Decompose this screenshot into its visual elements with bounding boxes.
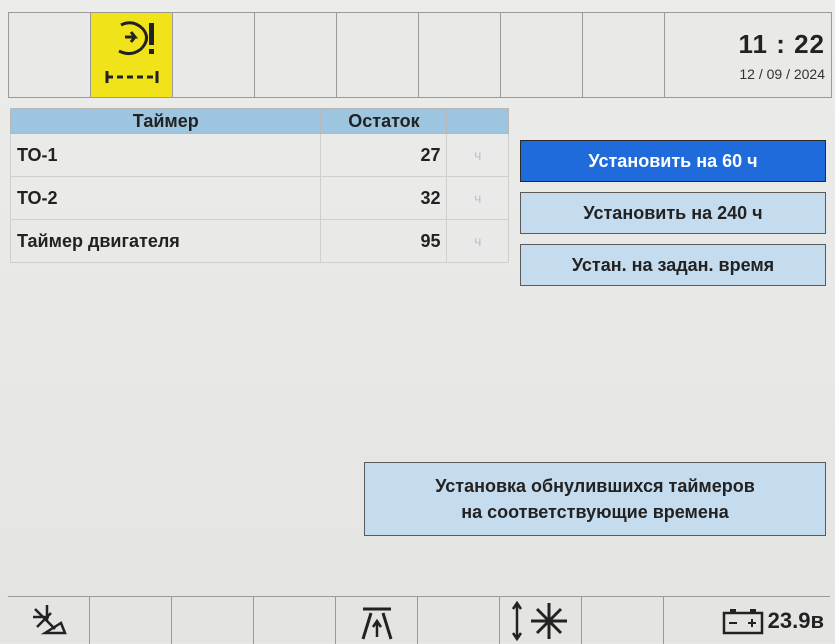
work-light-icon — [32, 604, 67, 634]
battery-voltage: 23.9в — [767, 607, 824, 633]
reset-button-line2: на соответствующие времена — [461, 502, 729, 522]
top-cell-5[interactable] — [337, 13, 419, 97]
work-light-button[interactable] — [8, 597, 90, 644]
timer-unit: ч — [446, 219, 509, 263]
top-cell-3[interactable] — [173, 13, 255, 97]
battery-icon — [722, 608, 763, 634]
bottom-cell-6[interactable] — [418, 597, 500, 644]
bottom-cell-8[interactable] — [582, 597, 664, 644]
timer-name: ТО-1 — [9, 133, 322, 177]
bottom-cell-3[interactable] — [172, 597, 254, 644]
bottom-cell-4[interactable] — [254, 597, 336, 644]
table-header-row: Таймер Остаток — [9, 108, 509, 134]
screen: 11 : 22 12 / 09 / 2024 Таймер Остаток ТО… — [0, 0, 835, 644]
timer-value: 32 — [320, 176, 448, 220]
clock-time: 11 : 22 — [738, 28, 825, 59]
table-row[interactable]: ТО-2 32 ч — [9, 176, 509, 220]
top-cell-7[interactable] — [501, 13, 583, 97]
top-cell-1[interactable] — [9, 13, 91, 97]
clock: 11 : 22 12 / 09 / 2024 — [665, 13, 831, 97]
maintenance-tab[interactable] — [91, 13, 173, 97]
column-header-unit — [446, 108, 509, 134]
timer-name: ТО-2 — [9, 176, 322, 220]
bottom-bar: 23.9в — [8, 596, 830, 644]
timers-table: Таймер Остаток ТО-1 27 ч ТО-2 32 ч Тайме… — [9, 108, 509, 263]
bottom-cell-2[interactable] — [90, 597, 172, 644]
reset-button-line1: Установка обнулившихся таймеров — [435, 476, 755, 496]
timer-unit: ч — [446, 176, 509, 220]
top-bar: 11 : 22 12 / 09 / 2024 — [8, 12, 832, 98]
clock-date: 12 / 09 / 2024 — [739, 65, 825, 82]
timer-value: 27 — [320, 133, 448, 177]
top-cell-8[interactable] — [583, 13, 665, 97]
top-cell-4[interactable] — [255, 13, 337, 97]
road-mode-button[interactable] — [336, 597, 418, 644]
set-custom-time-button[interactable]: Устан. на задан. время — [520, 244, 826, 286]
set-60h-button[interactable]: Установить на 60 ч — [520, 140, 826, 182]
timer-name: Таймер двигателя — [9, 219, 322, 263]
top-cell-6[interactable] — [419, 13, 501, 97]
column-header-timer: Таймер — [9, 108, 322, 134]
timer-value: 95 — [320, 219, 448, 263]
timer-unit: ч — [446, 133, 509, 177]
battery-status: 23.9в — [664, 597, 830, 644]
reset-expired-timers-button[interactable]: Установка обнулившихся таймеров на соотв… — [364, 462, 826, 536]
joystick-button[interactable] — [500, 597, 582, 644]
table-row[interactable]: Таймер двигателя 95 ч — [9, 219, 509, 263]
joystick-icon — [511, 600, 567, 641]
maintenance-warning-icon — [105, 21, 159, 83]
road-mode-icon — [361, 607, 392, 639]
table-row[interactable]: ТО-1 27 ч — [9, 133, 509, 177]
column-header-remaining: Остаток — [320, 108, 448, 134]
set-240h-button[interactable]: Установить на 240 ч — [520, 192, 826, 234]
